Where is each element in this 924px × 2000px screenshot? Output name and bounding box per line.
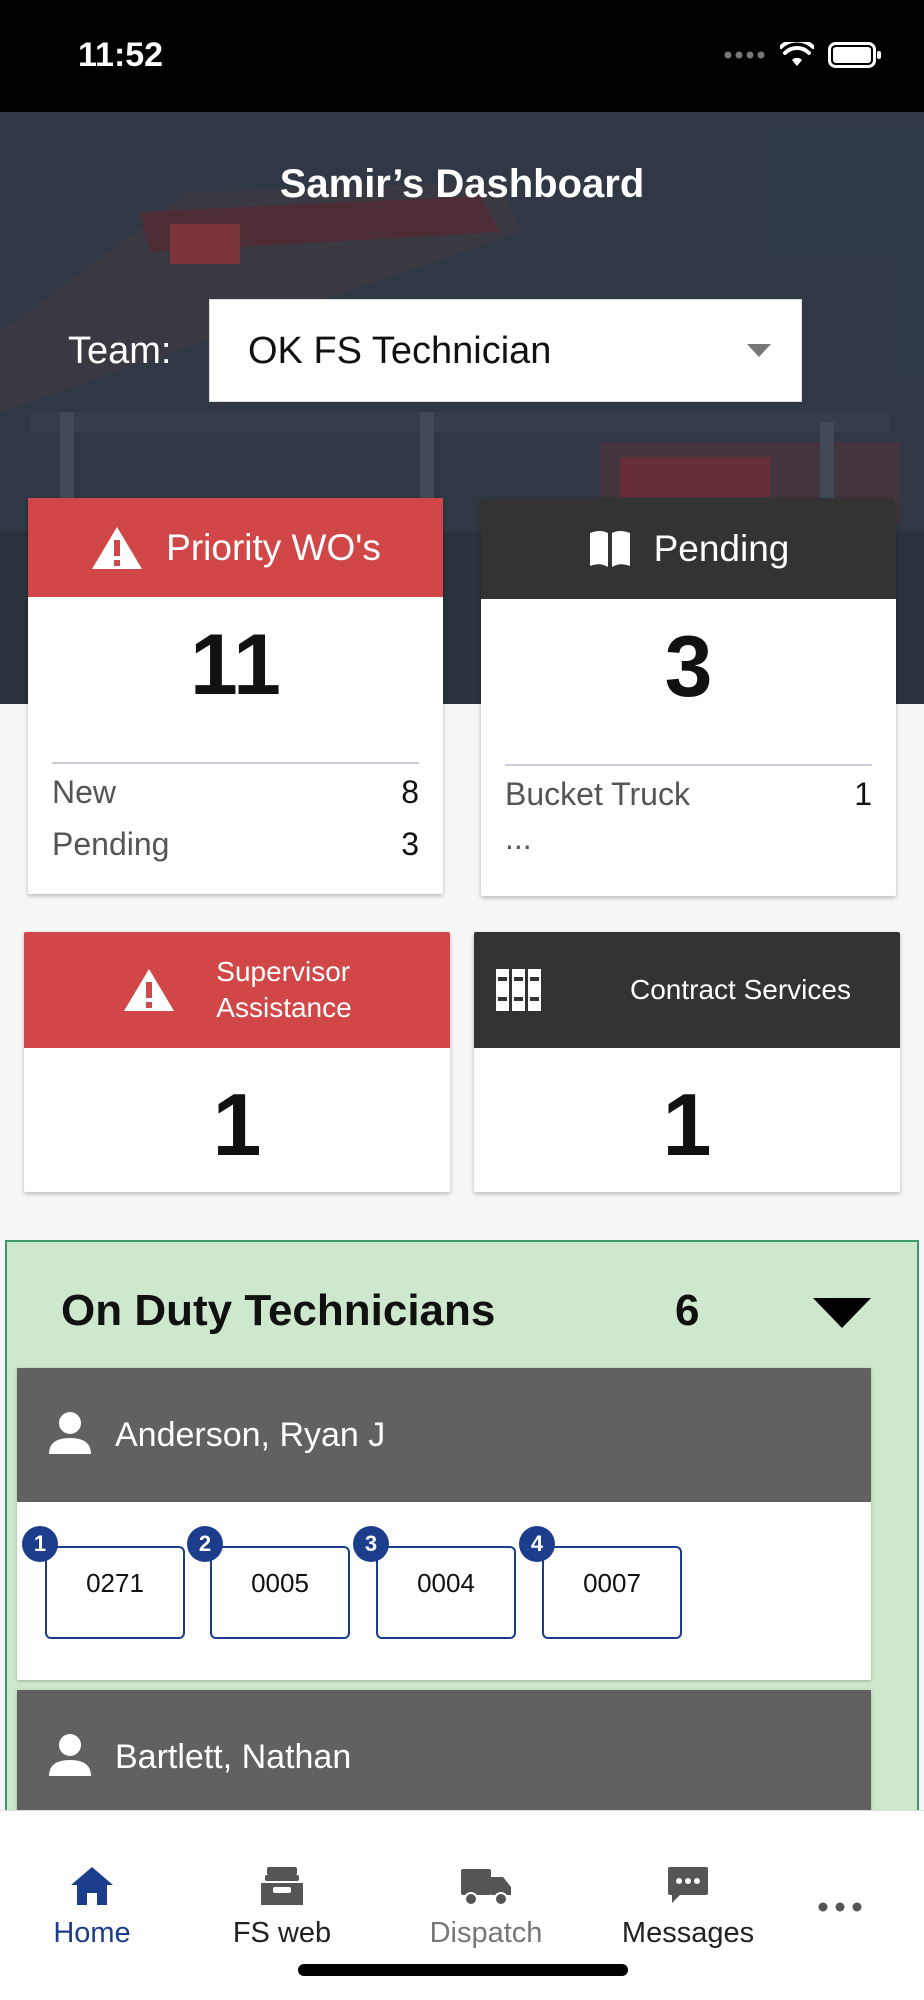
technician-header: Anderson, Ryan J — [17, 1368, 871, 1502]
technician-card[interactable]: Bartlett, Nathan — [17, 1690, 871, 1820]
supervisor-title: Supervisor Assistance — [216, 954, 351, 1026]
priority-row-new-value: 8 — [401, 774, 419, 810]
signal-dots-icon — [724, 51, 765, 59]
contract-card-header: Contract Services — [474, 932, 900, 1048]
warning-icon — [92, 526, 143, 569]
supervisor-assistance-card[interactable]: Supervisor Assistance 1 — [24, 932, 450, 1192]
work-order-chip[interactable]: 0005 — [210, 1546, 350, 1639]
truck-icon — [461, 1869, 511, 1906]
on-duty-technicians-title: On Duty Technicians — [61, 1286, 496, 1335]
tab-fs-web[interactable]: FS web — [220, 1865, 344, 1950]
tab-dispatch-label: Dispatch — [429, 1917, 543, 1949]
supervisor-title-line-1: Supervisor — [216, 956, 351, 987]
pending-title: Pending — [653, 527, 790, 569]
pending-more-indicator: ... — [505, 820, 532, 856]
dropdown-caret-icon — [747, 344, 771, 357]
team-label: Team: — [68, 330, 172, 372]
work-order-number: 0005 — [251, 1568, 309, 1598]
on-duty-technicians-panel: On Duty Technicians 6 Anderson, Ryan J 0… — [5, 1240, 919, 1820]
team-select-value: OK FS Technician — [248, 330, 552, 372]
tab-messages-label: Messages — [621, 1917, 755, 1949]
work-order-chip[interactable]: 0004 — [376, 1546, 516, 1639]
technician-name: Anderson, Ryan J — [115, 1416, 386, 1454]
tab-more[interactable] — [812, 1901, 868, 1913]
tab-fs-web-label: FS web — [232, 1917, 332, 1949]
tab-dispatch[interactable]: Dispatch — [418, 1865, 554, 1950]
pending-row-bucket-truck-label: Bucket Truck — [505, 776, 690, 812]
work-order-chip[interactable]: 0271 — [45, 1546, 185, 1639]
warning-icon — [124, 969, 175, 1011]
tab-home[interactable]: Home — [40, 1865, 144, 1950]
supervisor-title-line-2: Assistance — [216, 992, 352, 1023]
priority-wos-title: Priority WO's — [166, 526, 381, 568]
technician-name: Bartlett, Nathan — [115, 1738, 352, 1776]
chat-bubble-icon — [668, 1867, 708, 1903]
open-book-icon — [589, 530, 630, 567]
collapse-caret-icon[interactable] — [813, 1298, 871, 1328]
priority-row-pending-label: Pending — [52, 826, 170, 862]
contract-title: Contract Services — [630, 974, 851, 1005]
work-order-number: 0004 — [417, 1568, 475, 1598]
more-icon — [818, 1902, 862, 1912]
priority-wos-card[interactable]: Priority WO's 11 New 8 Pending 3 — [28, 498, 443, 894]
battery-icon — [828, 42, 881, 68]
home-icon — [71, 1867, 113, 1905]
work-order-number: 0007 — [583, 1568, 641, 1598]
divider — [52, 762, 419, 764]
work-order-chip[interactable]: 0007 — [542, 1546, 682, 1639]
priority-row-new-label: New — [52, 774, 117, 810]
work-order-badge: 4 — [519, 1526, 555, 1562]
home-indicator — [298, 1964, 628, 1976]
page-title: Samir’s Dashboard — [279, 162, 645, 206]
work-order-badge: 3 — [353, 1526, 389, 1562]
binders-icon — [496, 969, 541, 1011]
divider — [505, 764, 872, 766]
priority-wos-count: 11 — [190, 617, 281, 713]
wifi-icon — [780, 42, 814, 66]
supervisor-count: 1 — [212, 1075, 262, 1174]
status-time: 11:52 — [78, 36, 164, 74]
pending-row-bucket-truck-value: 1 — [854, 776, 872, 812]
pending-card-header: Pending — [481, 498, 896, 599]
tab-messages[interactable]: Messages — [612, 1865, 764, 1950]
person-icon — [49, 1734, 91, 1776]
work-order-badge: 1 — [22, 1526, 58, 1562]
pending-card[interactable]: Pending 3 Bucket Truck 1 ... — [481, 498, 896, 896]
on-duty-technicians-count: 6 — [675, 1286, 700, 1335]
technician-header: Bartlett, Nathan — [17, 1690, 871, 1820]
inbox-tray-icon — [261, 1867, 303, 1905]
contract-count: 1 — [662, 1075, 712, 1174]
priority-row-pending-value: 3 — [401, 826, 419, 862]
work-order-number: 0271 — [86, 1568, 144, 1598]
status-icons — [724, 42, 882, 68]
team-select[interactable]: OK FS Technician — [209, 299, 802, 402]
contract-services-card[interactable]: Contract Services 1 — [474, 932, 900, 1192]
work-order-badge: 2 — [187, 1526, 223, 1562]
tab-home-label: Home — [53, 1917, 131, 1949]
supervisor-card-header: Supervisor Assistance — [24, 932, 450, 1048]
person-icon — [49, 1412, 91, 1454]
technician-card[interactable]: Anderson, Ryan J 0271 1 0005 2 0004 3 00… — [17, 1368, 871, 1680]
status-bar: 11:52 — [0, 0, 924, 112]
priority-wos-card-header: Priority WO's — [28, 498, 443, 597]
pending-count: 3 — [664, 619, 713, 715]
